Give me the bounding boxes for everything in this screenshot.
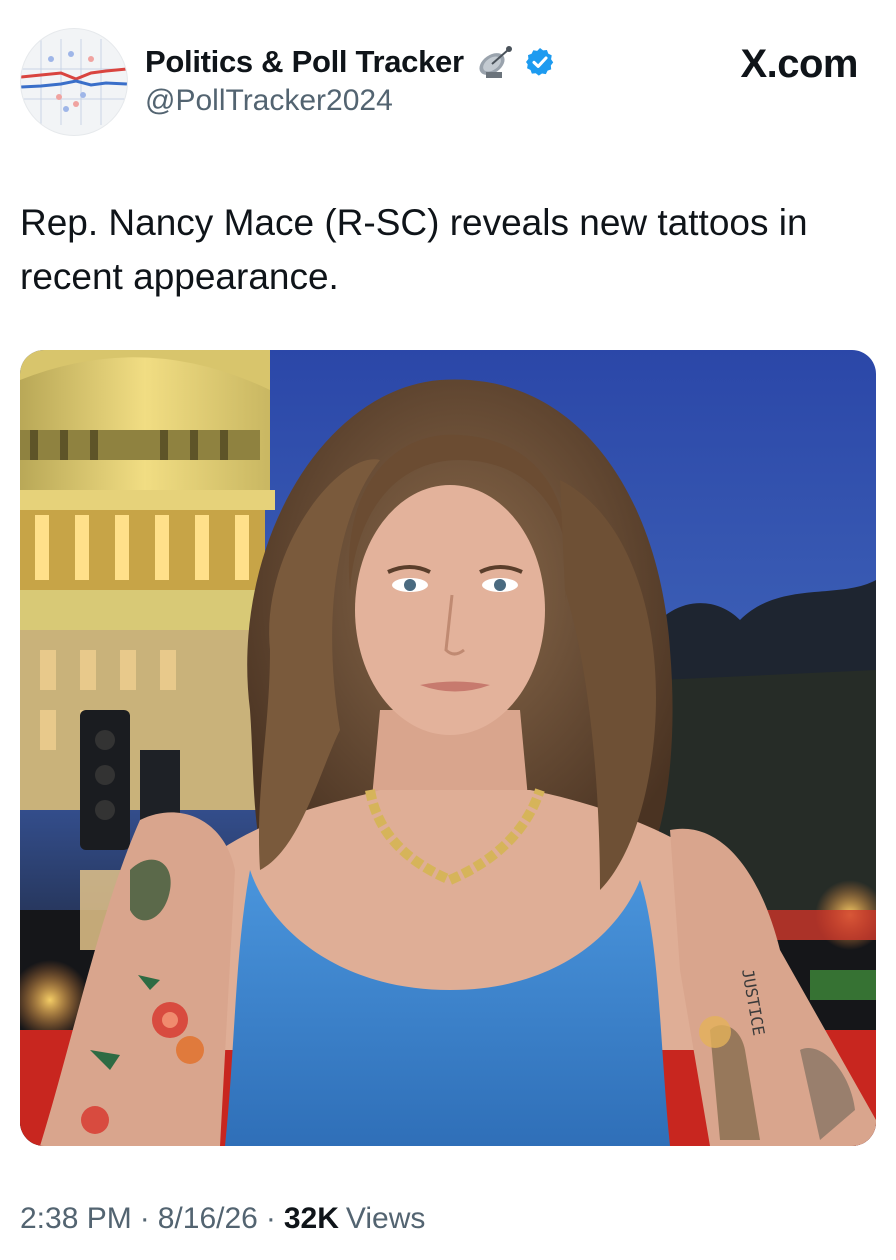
account-handle[interactable]: @PollTracker2024	[145, 84, 393, 118]
tweet-header: Politics & Poll Tracker @PollTracker2024…	[0, 0, 896, 150]
satellite-dish-icon	[474, 40, 518, 84]
meta-separator: ·	[139, 1202, 150, 1235]
name-row: Politics & Poll Tracker	[145, 40, 556, 84]
poll-chart-avatar-icon	[21, 39, 127, 125]
avatar[interactable]	[20, 28, 128, 136]
portrait-photo: JUSTICE	[20, 350, 876, 1146]
views-label: Views	[345, 1202, 426, 1235]
tweet-text: Rep. Nancy Mace (R-SC) reveals new tatto…	[20, 202, 808, 297]
tweet-date[interactable]: 8/16/26	[158, 1202, 258, 1236]
tweet-meta: 2:38 PM · 8/16/26 · 32K Views	[20, 1202, 425, 1236]
meta-separator: ·	[265, 1202, 276, 1235]
verified-badge-icon	[524, 46, 556, 78]
tweet-time[interactable]: 2:38 PM	[20, 1202, 132, 1236]
capitol-dome-graphic	[20, 350, 275, 810]
site-label: X.com	[740, 42, 858, 86]
tweet-media-image[interactable]: JUSTICE	[20, 350, 876, 1146]
views-count[interactable]: 32K	[284, 1202, 339, 1236]
display-name[interactable]: Politics & Poll Tracker	[145, 44, 464, 80]
